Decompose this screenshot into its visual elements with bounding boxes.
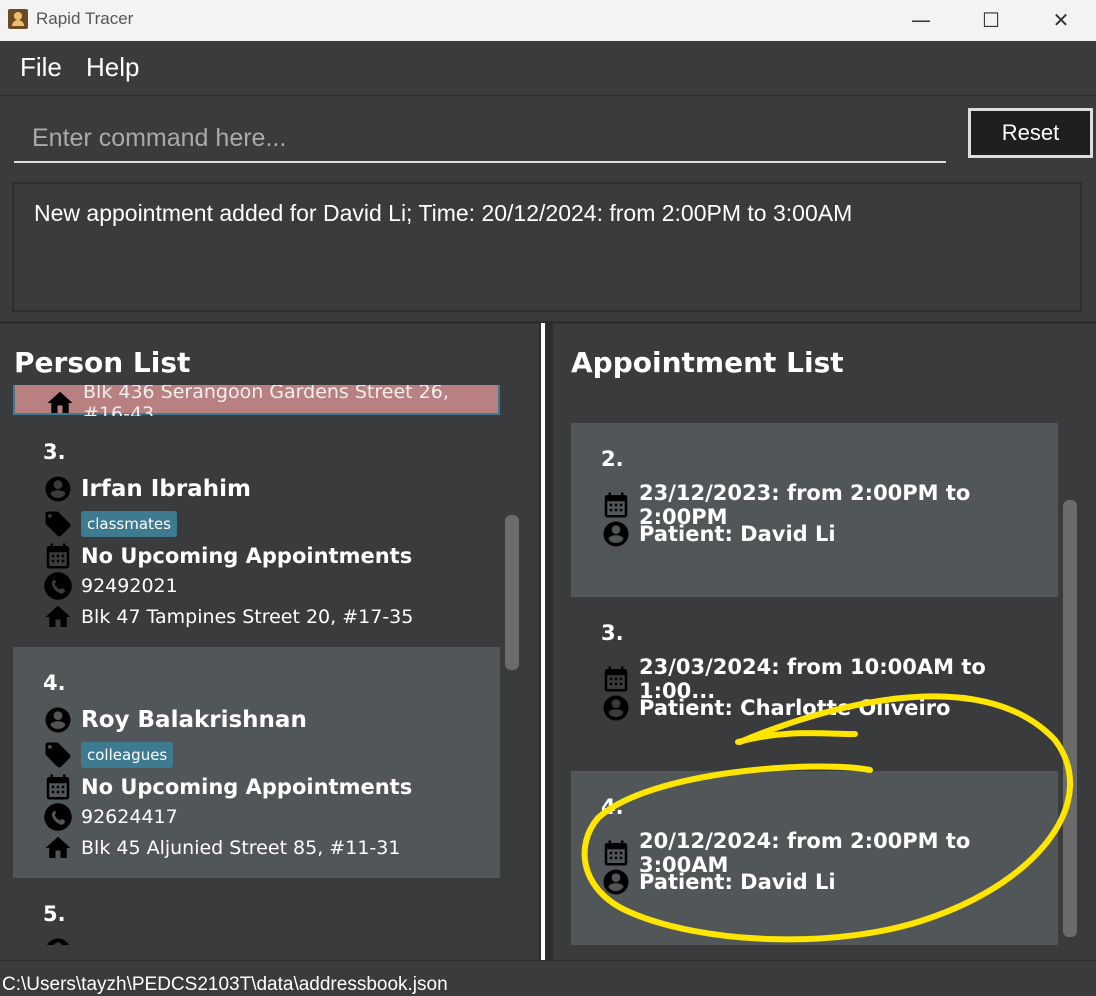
person-name: Irfan Ibrahim [81, 476, 251, 502]
maximize-button[interactable]: ☐ [956, 0, 1026, 41]
person-index: 4. [43, 671, 66, 695]
person-icon [43, 705, 73, 735]
person-address: Blk 47 Tampines Street 20, #17-35 [81, 606, 414, 628]
appointment-card[interactable]: 3. 23/03/2024: from 10:00AM to 1:00... P… [571, 597, 1058, 771]
appointment-patient: Patient: Charlotte Oliveiro [639, 696, 951, 720]
person-card[interactable]: 5. [13, 878, 500, 945]
appointment-card[interactable]: 2. 23/12/2023: from 2:00PM to 2:00PM Pat… [571, 423, 1058, 597]
person-icon [601, 693, 631, 723]
appointment-list-title: Appointment List [571, 346, 844, 379]
minimize-button[interactable]: — [886, 0, 956, 41]
person-list-title: Person List [14, 346, 191, 379]
person-icon [601, 519, 631, 549]
tag-icon [43, 740, 73, 770]
person-index: 3. [43, 440, 66, 464]
person-appointment: No Upcoming Appointments [81, 544, 413, 568]
split-divider[interactable] [539, 323, 553, 960]
home-icon [43, 602, 73, 632]
status-path: C:\Users\tayzh\PEDCS2103T\data\addressbo… [2, 974, 448, 995]
appointment-index: 4. [601, 795, 624, 819]
appointment-patient: Patient: David Li [639, 522, 836, 546]
person-phone: 92492021 [81, 575, 178, 597]
calendar-icon [601, 664, 631, 694]
appointment-index: 3. [601, 621, 624, 645]
phone-icon [43, 571, 73, 601]
person-phone: 92624417 [81, 806, 178, 828]
person-card[interactable]: 4. Roy Balakrishnan colleagues No Upcomi… [13, 647, 500, 878]
person-icon [43, 474, 73, 504]
calendar-icon [43, 541, 73, 571]
person-card[interactable]: 3. Irfan Ibrahim classmates No Upcoming … [13, 416, 500, 647]
appointment-index: 2. [601, 447, 624, 471]
calendar-icon [43, 772, 73, 802]
person-icon [601, 867, 631, 897]
result-text: New appointment added for David Li; Time… [34, 200, 853, 226]
appointment-card[interactable]: 4. 20/12/2024: from 2:00PM to 3:00AM Pat… [571, 771, 1058, 945]
person-appointment: No Upcoming Appointments [81, 775, 413, 799]
appointment-patient: Patient: David Li [639, 870, 836, 894]
command-input[interactable] [14, 115, 946, 163]
appointment-list-scrollbar[interactable] [1063, 500, 1077, 937]
person-list-scrollbar[interactable] [505, 515, 519, 670]
person-card-selected[interactable]: Blk 436 Serangoon Gardens Street 26, #16… [13, 385, 500, 425]
calendar-icon [601, 838, 631, 868]
status-bar: C:\Users\tayzh\PEDCS2103T\data\addressbo… [0, 960, 1096, 995]
person-index: 5. [43, 902, 66, 926]
menu-file[interactable]: File [20, 52, 62, 83]
person-address: Blk 45 Aljunied Street 85, #11-31 [81, 837, 401, 859]
person-icon [43, 936, 73, 945]
person-list[interactable]: Blk 436 Serangoon Gardens Street 26, #16… [13, 385, 500, 945]
phone-icon [43, 802, 73, 832]
calendar-icon [601, 490, 631, 520]
window-titlebar: Rapid Tracer — ☐ ✕ [0, 0, 1096, 41]
menu-help[interactable]: Help [86, 52, 139, 83]
window-title: Rapid Tracer [36, 9, 134, 28]
appointment-card-partial[interactable] [571, 385, 1058, 423]
app-icon [8, 9, 28, 29]
person-name: Roy Balakrishnan [81, 707, 307, 733]
reset-button[interactable]: Reset [968, 108, 1093, 158]
result-display: New appointment added for David Li; Time… [12, 182, 1082, 312]
person-tag: colleagues [81, 742, 174, 768]
home-icon [45, 388, 75, 418]
person-tag: classmates [81, 511, 177, 537]
tag-icon [43, 509, 73, 539]
close-button[interactable]: ✕ [1026, 0, 1096, 41]
appointment-list[interactable]: 2. 23/12/2023: from 2:00PM to 2:00PM Pat… [571, 385, 1058, 945]
home-icon [43, 833, 73, 863]
menu-bar: File Help [0, 41, 1096, 96]
